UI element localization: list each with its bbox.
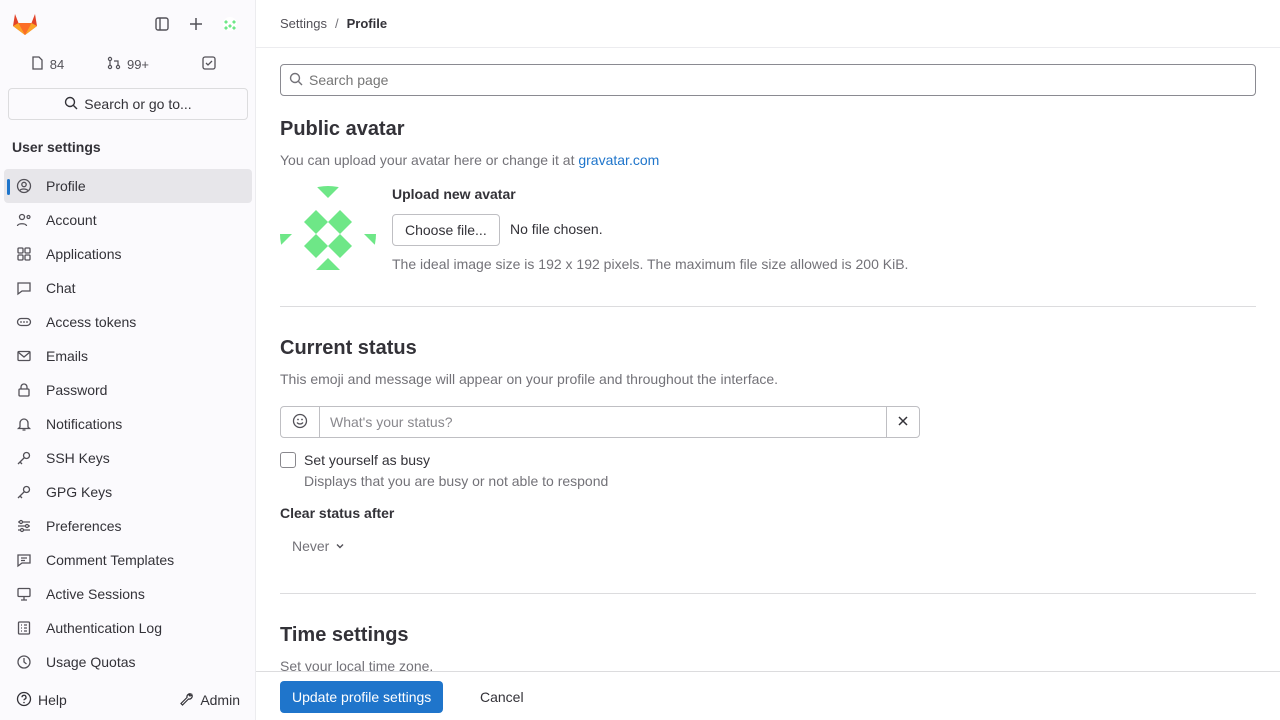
comment-icon <box>16 552 32 568</box>
gravatar-link[interactable]: gravatar.com <box>578 152 659 168</box>
search-page-input[interactable] <box>309 72 1209 88</box>
current-status-heading: Current status <box>280 337 417 359</box>
upload-avatar-title: Upload new avatar <box>392 186 516 202</box>
preferences-icon <box>16 518 32 534</box>
sidebar-top-actions <box>146 8 246 40</box>
sidebar-item-notifications[interactable]: Notifications <box>4 407 252 441</box>
clear-status-after-label: Clear status after <box>280 505 395 521</box>
account-icon <box>16 212 32 228</box>
public-avatar-heading: Public avatar <box>280 118 405 140</box>
sidebar-item-usage-quotas[interactable]: Usage Quotas <box>4 645 252 679</box>
clear-status-button[interactable] <box>886 406 920 438</box>
close-icon <box>896 414 910 431</box>
smiley-icon <box>292 413 308 432</box>
admin-button[interactable]: Admin <box>170 684 248 716</box>
profile-icon <box>16 178 32 194</box>
sidebar-item-profile[interactable]: Profile <box>4 169 252 203</box>
time-settings-heading: Time settings <box>280 624 409 646</box>
token-icon <box>16 314 32 330</box>
issues-counter[interactable]: 84 <box>8 48 86 80</box>
chat-icon <box>16 280 32 296</box>
gitlab-logo-icon[interactable] <box>8 8 42 40</box>
sidebar-item-account[interactable]: Account <box>4 203 252 237</box>
mail-icon <box>16 348 32 364</box>
todos-counter[interactable] <box>170 48 248 80</box>
sidebar-item-applications[interactable]: Applications <box>4 237 252 271</box>
sidebar-item-ssh-keys[interactable]: SSH Keys <box>4 441 252 475</box>
bell-icon <box>16 416 32 432</box>
no-file-text: No file chosen. <box>510 221 603 237</box>
status-input-group: What's your status? <box>280 406 920 438</box>
public-avatar-description: You can upload your avatar here or chang… <box>280 152 660 168</box>
emoji-picker-button[interactable] <box>280 406 320 438</box>
key-icon <box>16 450 32 466</box>
choose-file-button[interactable]: Choose file... <box>392 214 500 246</box>
busy-checkbox-row: Set yourself as busy <box>280 452 430 468</box>
clear-status-after-dropdown[interactable]: Never <box>280 530 357 562</box>
sidebar-item-active-sessions[interactable]: Active Sessions <box>4 577 252 611</box>
quota-icon <box>16 654 32 670</box>
todo-icon <box>202 55 216 73</box>
plus-icon[interactable] <box>180 8 212 40</box>
user-avatar-icon[interactable] <box>214 8 246 40</box>
search-icon <box>289 72 303 89</box>
log-icon <box>16 620 32 636</box>
sidebar-item-comment-templates[interactable]: Comment Templates <box>4 543 252 577</box>
status-message-input[interactable]: What's your status? <box>320 406 886 438</box>
merge-requests-counter[interactable]: 99+ <box>88 48 168 80</box>
sidebar-item-access-tokens[interactable]: Access tokens <box>4 305 252 339</box>
breadcrumb: Settings / Profile <box>256 0 1280 48</box>
breadcrumb-settings[interactable]: Settings <box>280 16 327 31</box>
sidebar-bottom: Help Admin <box>8 684 248 716</box>
sidebar-nav: Profile Account Applications Chat Access… <box>4 169 252 679</box>
sidebar-toggle-icon[interactable] <box>146 8 178 40</box>
sidebar: 84 99+ Search or go to... User settings … <box>0 0 256 720</box>
busy-help-text: Displays that you are busy or not able t… <box>304 473 609 489</box>
key-icon <box>16 484 32 500</box>
applications-icon <box>16 246 32 262</box>
merge-request-icon <box>107 56 121 73</box>
search-icon <box>64 96 78 113</box>
section-divider <box>280 306 1256 307</box>
avatar-size-hint: The ideal image size is 192 x 192 pixels… <box>392 256 909 272</box>
help-button[interactable]: Help <box>8 684 75 716</box>
search-page-field[interactable] <box>280 64 1256 96</box>
section-divider <box>280 593 1256 594</box>
sidebar-section-title: User settings <box>12 139 101 155</box>
monitor-icon <box>16 586 32 602</box>
avatar-image[interactable] <box>280 186 376 282</box>
chevron-down-icon <box>335 538 345 554</box>
cancel-button[interactable]: Cancel <box>468 681 536 713</box>
issues-icon <box>30 55 44 73</box>
sidebar-item-chat[interactable]: Chat <box>4 271 252 305</box>
busy-checkbox[interactable] <box>280 452 296 468</box>
breadcrumb-profile[interactable]: Profile <box>347 16 387 31</box>
current-status-description: This emoji and message will appear on yo… <box>280 371 779 387</box>
breadcrumb-separator: / <box>334 16 339 31</box>
help-icon <box>16 691 32 710</box>
update-profile-button[interactable]: Update profile settings <box>280 681 444 713</box>
sidebar-item-authentication-log[interactable]: Authentication Log <box>4 611 252 645</box>
lock-icon <box>16 382 32 398</box>
sidebar-item-password[interactable]: Password <box>4 373 252 407</box>
sidebar-counters: 84 99+ <box>8 48 248 80</box>
sidebar-item-gpg-keys[interactable]: GPG Keys <box>4 475 252 509</box>
admin-icon <box>178 691 194 710</box>
sidebar-item-preferences[interactable]: Preferences <box>4 509 252 543</box>
form-footer: Update profile settings Cancel <box>256 671 1280 720</box>
busy-label[interactable]: Set yourself as busy <box>304 452 430 468</box>
app: 84 99+ Search or go to... User settings … <box>0 0 1280 720</box>
search-or-go-button[interactable]: Search or go to... <box>8 88 248 120</box>
sidebar-item-emails[interactable]: Emails <box>4 339 252 373</box>
